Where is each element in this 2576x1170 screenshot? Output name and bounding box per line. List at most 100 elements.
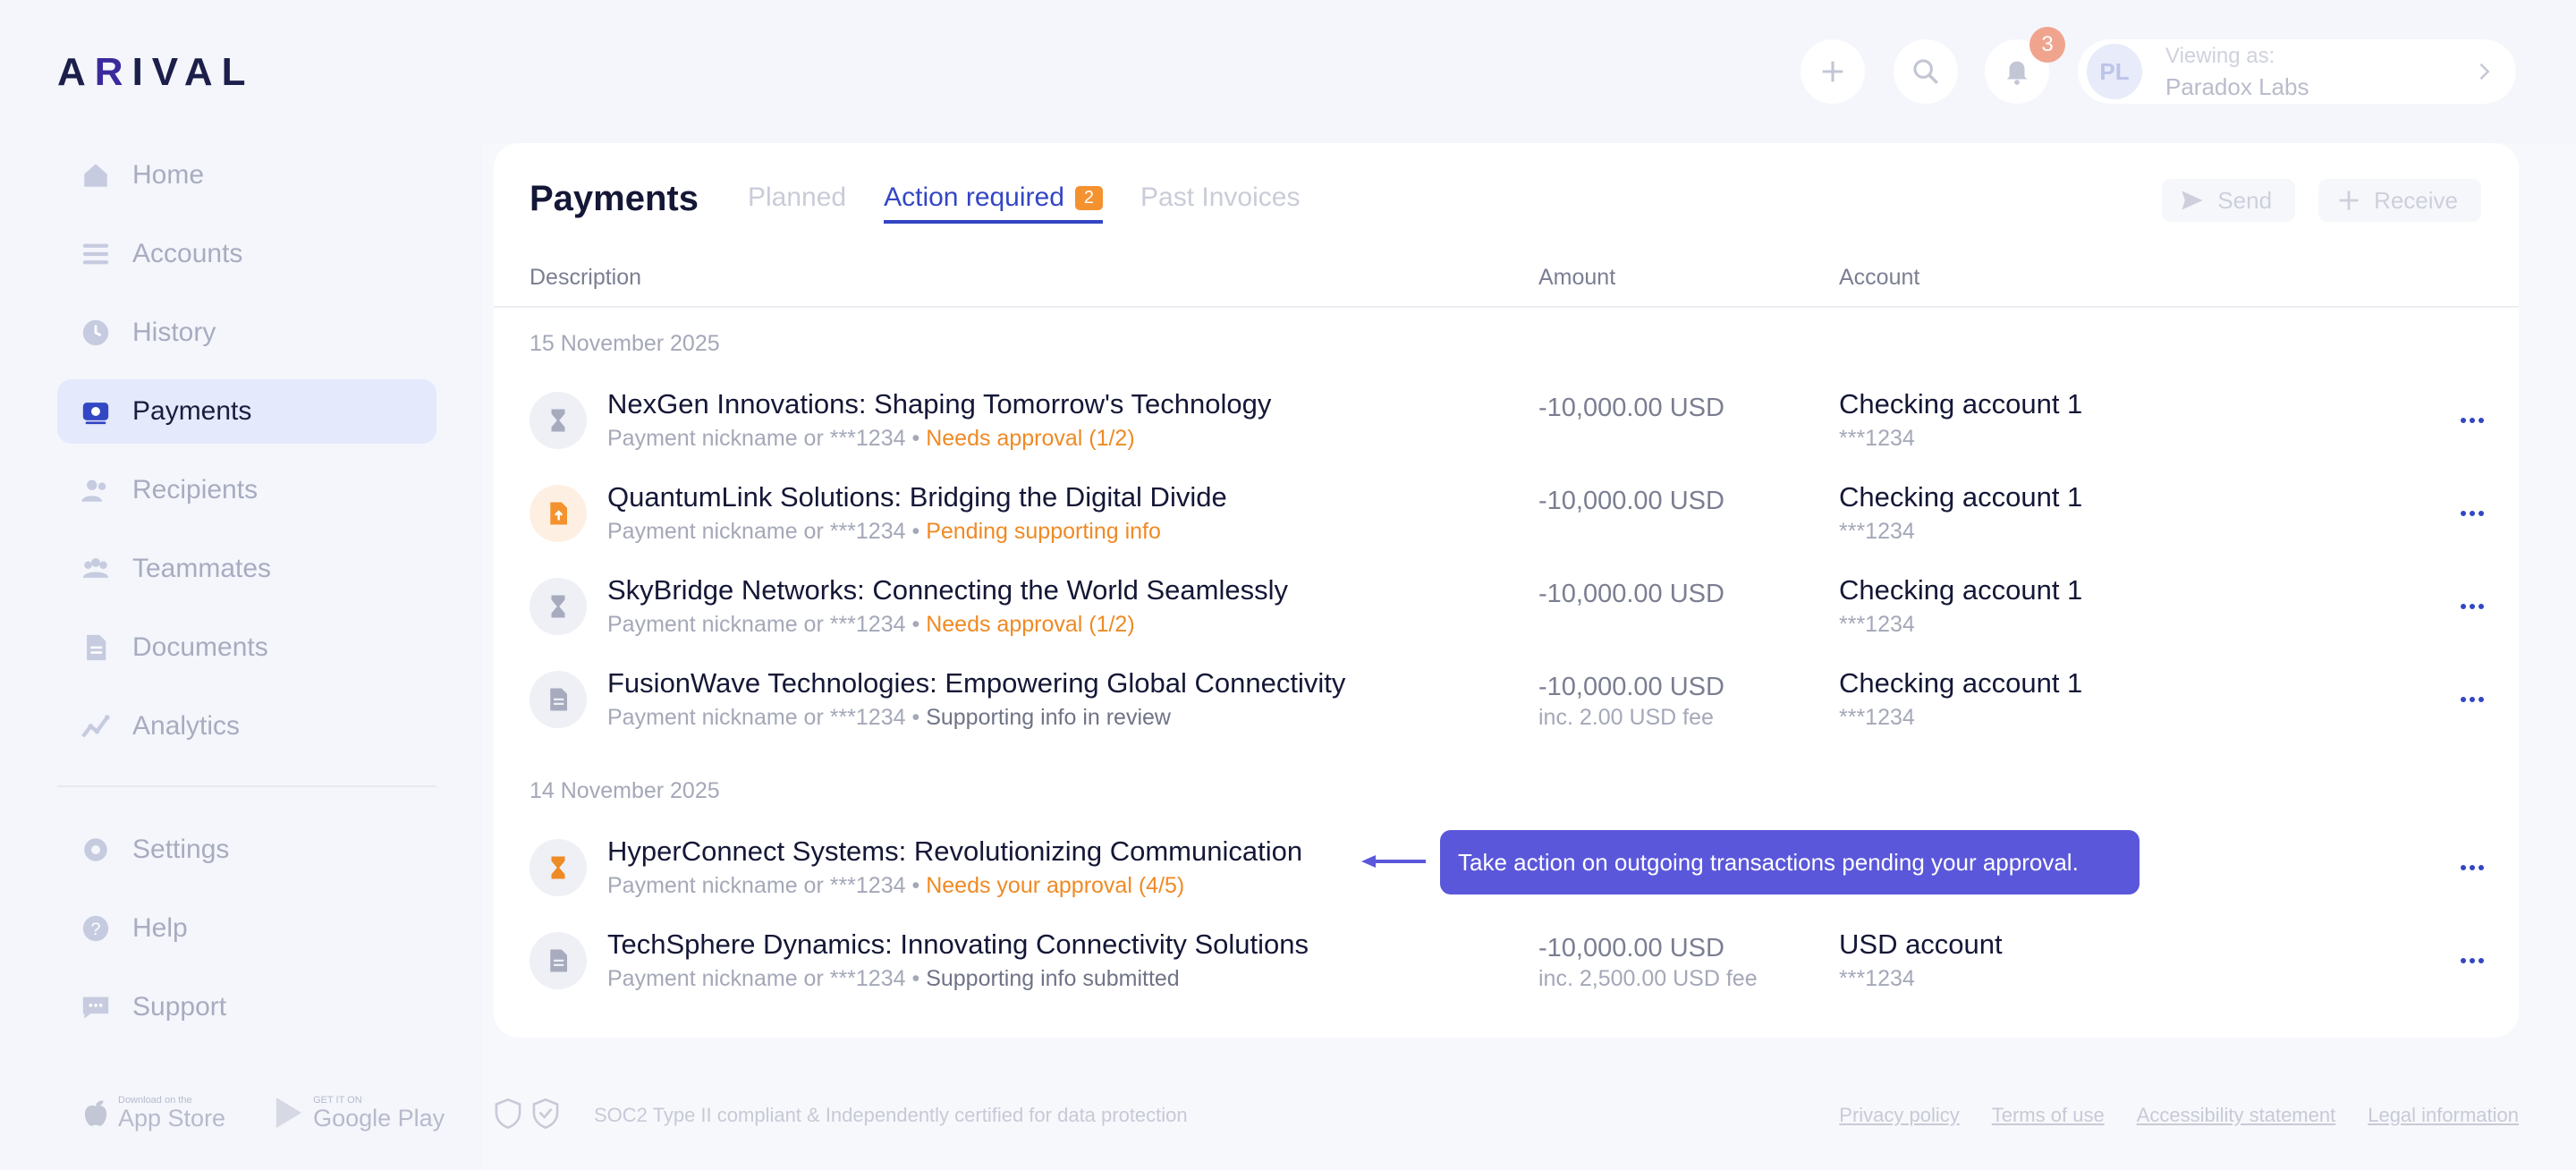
account-name: Checking account 1 <box>1839 388 2083 420</box>
arival-logo[interactable]: ARIVAL <box>57 50 255 95</box>
column-account: Account <box>1839 265 1920 290</box>
sidebar-item-label: Home <box>132 160 205 190</box>
help-icon: ? <box>80 913 111 944</box>
payment-amount: -10,000.00 USD <box>1538 487 1724 515</box>
analytics-icon <box>80 711 111 742</box>
sidebar-item-label: Analytics <box>132 711 241 741</box>
payment-title: TechSphere Dynamics: Innovating Connecti… <box>607 928 1309 960</box>
payments-tabs: Planned Action required 2 Past Invoices <box>748 182 1300 224</box>
document-upload-icon <box>530 485 587 542</box>
payment-amount: -10,000.00 USD <box>1538 394 1724 422</box>
payments-card: Payments Planned Action required 2 Past … <box>494 143 2519 1038</box>
send-button[interactable]: Send <box>2162 179 2296 222</box>
more-options-button[interactable] <box>2454 589 2490 624</box>
google-play-link[interactable]: GET IT ON Google Play <box>274 1095 445 1131</box>
table-row[interactable]: FusionWave Technologies: Empowering Glob… <box>494 655 2519 748</box>
more-options-button[interactable] <box>2454 403 2490 438</box>
table-row[interactable]: NexGen Innovations: Shaping Tomorrow's T… <box>494 376 2519 469</box>
add-button[interactable] <box>1801 39 1865 104</box>
payment-subtitle: Payment nickname or ***1234 • Needs appr… <box>607 612 1135 637</box>
sidebar-item-help[interactable]: ? Help <box>57 896 436 961</box>
table-row[interactable]: SkyBridge Networks: Connecting the World… <box>494 562 2519 655</box>
payment-title: HyperConnect Systems: Revolutionizing Co… <box>607 835 1303 867</box>
account-number: ***1234 <box>1839 426 1915 451</box>
accessibility-statement-link[interactable]: Accessibility statement <box>2137 1104 2336 1127</box>
svg-text:?: ? <box>90 920 100 939</box>
accounts-icon <box>80 239 111 269</box>
payment-subtitle: Payment nickname or ***1234 • Supporting… <box>607 966 1180 991</box>
app-store-link[interactable]: Download on the App Store <box>82 1095 225 1131</box>
notification-count-badge: 3 <box>2029 27 2065 63</box>
account-name: USD account <box>1839 928 2003 960</box>
sidebar-item-payments[interactable]: Payments <box>57 379 436 444</box>
account-number: ***1234 <box>1839 612 1915 637</box>
sidebar-item-history[interactable]: History <box>57 301 436 365</box>
status-text: Needs approval (1/2) <box>926 612 1135 637</box>
legal-information-link[interactable]: Legal information <box>2368 1104 2519 1127</box>
account-switcher[interactable]: PL Viewing as: Paradox Labs <box>2078 39 2516 104</box>
more-horizontal-icon <box>2461 958 2484 963</box>
tab-label: Action required <box>884 182 1064 212</box>
app-store-text: App Store <box>118 1105 226 1132</box>
apple-icon <box>84 1100 107 1126</box>
chevron-right-icon <box>2479 63 2490 81</box>
more-options-button[interactable] <box>2454 682 2490 717</box>
more-options-button[interactable] <box>2454 850 2490 886</box>
plus-icon <box>1822 61 1843 82</box>
onboarding-tooltip[interactable]: Take action on outgoing transactions pen… <box>1440 830 2140 894</box>
more-horizontal-icon <box>2461 865 2484 870</box>
search-button[interactable] <box>1894 39 1958 104</box>
sidebar-item-label: Support <box>132 992 227 1022</box>
tab-past-invoices[interactable]: Past Invoices <box>1140 182 1300 224</box>
app-store-badges: Download on the App Store GET IT ON Goog… <box>82 1095 445 1131</box>
sidebar-item-analytics[interactable]: Analytics <box>57 694 436 759</box>
send-icon <box>2182 191 2203 210</box>
tab-planned[interactable]: Planned <box>748 182 846 224</box>
table-row[interactable]: QuantumLink Solutions: Bridging the Digi… <box>494 469 2519 562</box>
google-play-icon <box>275 1098 302 1128</box>
sidebar-item-support[interactable]: Support <box>57 975 436 1039</box>
home-icon <box>80 160 111 191</box>
sidebar-item-label: Recipients <box>132 475 258 504</box>
document-icon <box>530 671 587 728</box>
shield-check-icon <box>532 1098 559 1129</box>
date-group-label: 14 November 2025 <box>530 778 720 803</box>
terms-of-use-link[interactable]: Terms of use <box>1992 1104 2105 1127</box>
sidebar-item-accounts[interactable]: Accounts <box>57 222 436 286</box>
payment-amount: -10,000.00 USD <box>1538 673 1724 701</box>
more-options-button[interactable] <box>2454 496 2490 531</box>
table-row[interactable]: TechSphere Dynamics: Innovating Connecti… <box>494 916 2519 1009</box>
payment-subtitle: Payment nickname or ***1234 • Supporting… <box>607 705 1171 730</box>
more-options-button[interactable] <box>2454 943 2490 979</box>
viewing-as-name: Paradox Labs <box>2165 73 2309 100</box>
column-amount: Amount <box>1538 265 1616 290</box>
notifications-button[interactable]: 3 <box>1985 27 2065 104</box>
sidebar-item-recipients[interactable]: Recipients <box>57 458 436 522</box>
account-number: ***1234 <box>1839 966 1915 991</box>
payment-subtitle: Payment nickname or ***1234 • Needs appr… <box>607 426 1135 451</box>
payment-amount: -10,000.00 USD <box>1538 934 1724 962</box>
tab-action-required[interactable]: Action required 2 <box>884 182 1104 224</box>
sidebar-item-home[interactable]: Home <box>57 143 436 208</box>
teammates-icon <box>80 554 111 584</box>
account-name: Checking account 1 <box>1839 667 2083 699</box>
hourglass-icon <box>530 392 587 449</box>
status-text: Supporting info in review <box>926 705 1171 730</box>
account-number: ***1234 <box>1839 705 1915 730</box>
footer: SOC2 Type II compliant & Independently c… <box>494 1098 2519 1134</box>
sidebar-item-label: History <box>132 318 216 347</box>
date-group-label: 15 November 2025 <box>530 331 720 356</box>
sidebar-item-teammates[interactable]: Teammates <box>57 537 436 601</box>
privacy-policy-link[interactable]: Privacy policy <box>1839 1104 1959 1127</box>
status-text: Needs your approval (4/5) <box>926 873 1185 898</box>
receive-label: Receive <box>2374 186 2458 214</box>
bell-icon <box>2006 61 2028 85</box>
account-name: Checking account 1 <box>1839 481 2083 513</box>
chat-icon <box>80 992 111 1022</box>
security-badges <box>494 1098 560 1129</box>
sidebar-item-documents[interactable]: Documents <box>57 615 436 680</box>
compliance-text: SOC2 Type II compliant & Independently c… <box>594 1104 1188 1126</box>
receive-button[interactable]: Receive <box>2318 179 2481 222</box>
sidebar-item-settings[interactable]: Settings <box>57 818 436 882</box>
action-count-badge: 2 <box>1074 185 1104 210</box>
